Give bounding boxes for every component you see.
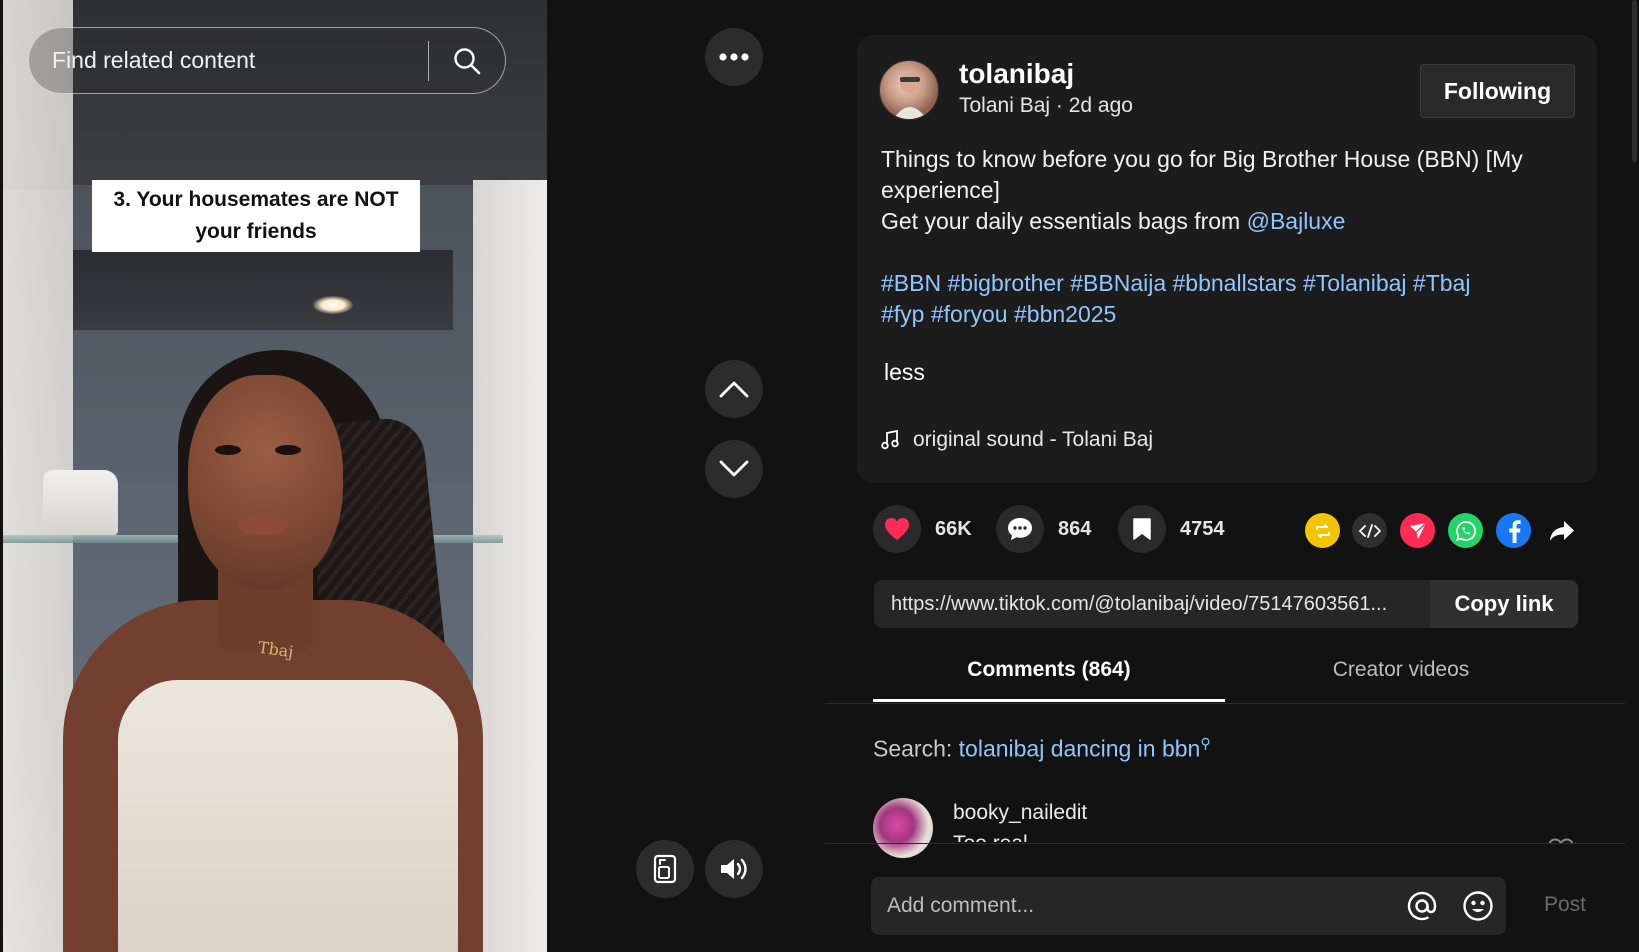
comment-text: Too real <box>953 832 1028 842</box>
video-caption-overlay: 3. Your housemates are NOT your friends <box>92 180 420 252</box>
small-search-icon[interactable]: ⚲ <box>1200 735 1210 751</box>
avatar[interactable] <box>879 60 939 120</box>
chevron-down-icon <box>719 460 749 477</box>
like-button[interactable] <box>873 505 921 553</box>
emoji-icon[interactable] <box>1450 890 1506 922</box>
embed-icon[interactable] <box>1352 513 1387 548</box>
add-comment-placeholder[interactable]: Add comment... <box>871 894 1394 918</box>
sound-name[interactable]: original sound - Tolani Baj <box>913 428 1153 452</box>
like-action[interactable]: 66K <box>873 505 972 553</box>
previous-video-button[interactable] <box>705 360 763 418</box>
save-action[interactable]: 4754 <box>1118 505 1225 553</box>
following-button[interactable]: Following <box>1420 64 1575 118</box>
author-display-name[interactable]: Tolani Baj <box>959 94 1050 117</box>
speaker-icon <box>721 858 747 880</box>
search-icon[interactable] <box>429 27 505 94</box>
comment-item: booky_nailedit Too real <box>825 795 1639 842</box>
more-dots-icon <box>719 53 749 61</box>
post-time: 2d ago <box>1068 94 1133 117</box>
chevron-up-icon <box>719 381 749 398</box>
search-placeholder[interactable]: Find related content <box>52 47 428 74</box>
whatsapp-icon[interactable] <box>1448 513 1483 548</box>
find-related-search[interactable]: Find related content <box>28 27 506 94</box>
hashtag-link[interactable]: #Tbaj <box>1413 270 1471 296</box>
tiktok-video-page: Tbaj 3. Your housemates are NOT your fri… <box>0 0 1639 952</box>
author-subline: Tolani Baj · 2d ago <box>959 94 1133 117</box>
music-note-icon <box>881 430 899 450</box>
hashtag-link[interactable]: #Tolanibaj <box>1303 270 1407 296</box>
mini-player-icon <box>653 854 677 884</box>
search-prefix: Search: <box>873 735 959 762</box>
hashtag-link[interactable]: #bigbrother <box>947 270 1063 296</box>
repost-icon[interactable] <box>1305 513 1340 548</box>
save-count: 4754 <box>1180 517 1225 540</box>
volume-button[interactable] <box>705 840 763 898</box>
sound-link[interactable]: original sound - Tolani Baj <box>881 428 1153 452</box>
mention-icon[interactable] <box>1394 890 1450 922</box>
comment-action[interactable]: 864 <box>996 505 1091 553</box>
more-options-button[interactable] <box>705 28 763 86</box>
description-promo: Get your daily essentials bags from <box>881 208 1247 234</box>
tab-comments[interactable]: Comments (864) <box>873 658 1225 682</box>
heart-icon <box>885 518 909 540</box>
author-username[interactable]: tolanibaj <box>959 58 1074 90</box>
video-player[interactable]: Tbaj 3. Your housemates are NOT your fri… <box>3 0 547 952</box>
description-text: Things to know before you go for Big Bro… <box>881 146 1523 203</box>
hashtag-link[interactable]: #bbnallstars <box>1173 270 1297 296</box>
comment-count: 864 <box>1058 517 1092 540</box>
post-comment-button[interactable]: Post <box>1544 893 1586 917</box>
active-tab-indicator <box>873 699 1225 702</box>
mention-link[interactable]: @Bajluxe <box>1247 208 1346 234</box>
share-arrow-icon[interactable] <box>1544 513 1579 548</box>
tab-creator-videos[interactable]: Creator videos <box>1225 658 1577 682</box>
comment-bubble-icon <box>1008 518 1032 540</box>
hashtag-link[interactable]: #BBN <box>881 270 941 296</box>
panel-scrollbar[interactable] <box>1632 0 1637 162</box>
bookmark-icon <box>1133 518 1151 540</box>
related-search-query[interactable]: tolanibaj dancing in bbn <box>959 736 1201 762</box>
next-video-button[interactable] <box>705 440 763 498</box>
tab-divider <box>825 703 1625 704</box>
save-button[interactable] <box>1118 505 1166 553</box>
floating-player-button[interactable] <box>636 840 694 898</box>
composer-divider <box>825 843 1625 844</box>
copy-link-button[interactable]: Copy link <box>1430 580 1578 628</box>
facebook-icon[interactable] <box>1496 513 1531 548</box>
hashtag-link[interactable]: #foryou <box>931 301 1008 327</box>
commenter-username[interactable]: booky_nailedit <box>953 801 1087 825</box>
show-less-button[interactable]: less <box>884 359 925 386</box>
copy-link-field[interactable]: https://www.tiktok.com/@tolanibaj/video/… <box>874 580 1578 628</box>
hashtag-link[interactable]: #bbn2025 <box>1014 301 1116 327</box>
comment-button[interactable] <box>996 505 1044 553</box>
add-comment-field[interactable]: Add comment... <box>871 877 1506 935</box>
hashtag-link[interactable]: #BBNaija <box>1070 270 1166 296</box>
hashtag-link[interactable]: #fyp <box>881 301 924 327</box>
like-count: 66K <box>935 517 972 540</box>
related-search-suggestion[interactable]: Search: tolanibaj dancing in bbn⚲ <box>873 735 1211 763</box>
post-description: Things to know before you go for Big Bro… <box>881 144 1581 330</box>
video-url[interactable]: https://www.tiktok.com/@tolanibaj/video/… <box>874 593 1430 616</box>
send-icon[interactable] <box>1400 513 1435 548</box>
